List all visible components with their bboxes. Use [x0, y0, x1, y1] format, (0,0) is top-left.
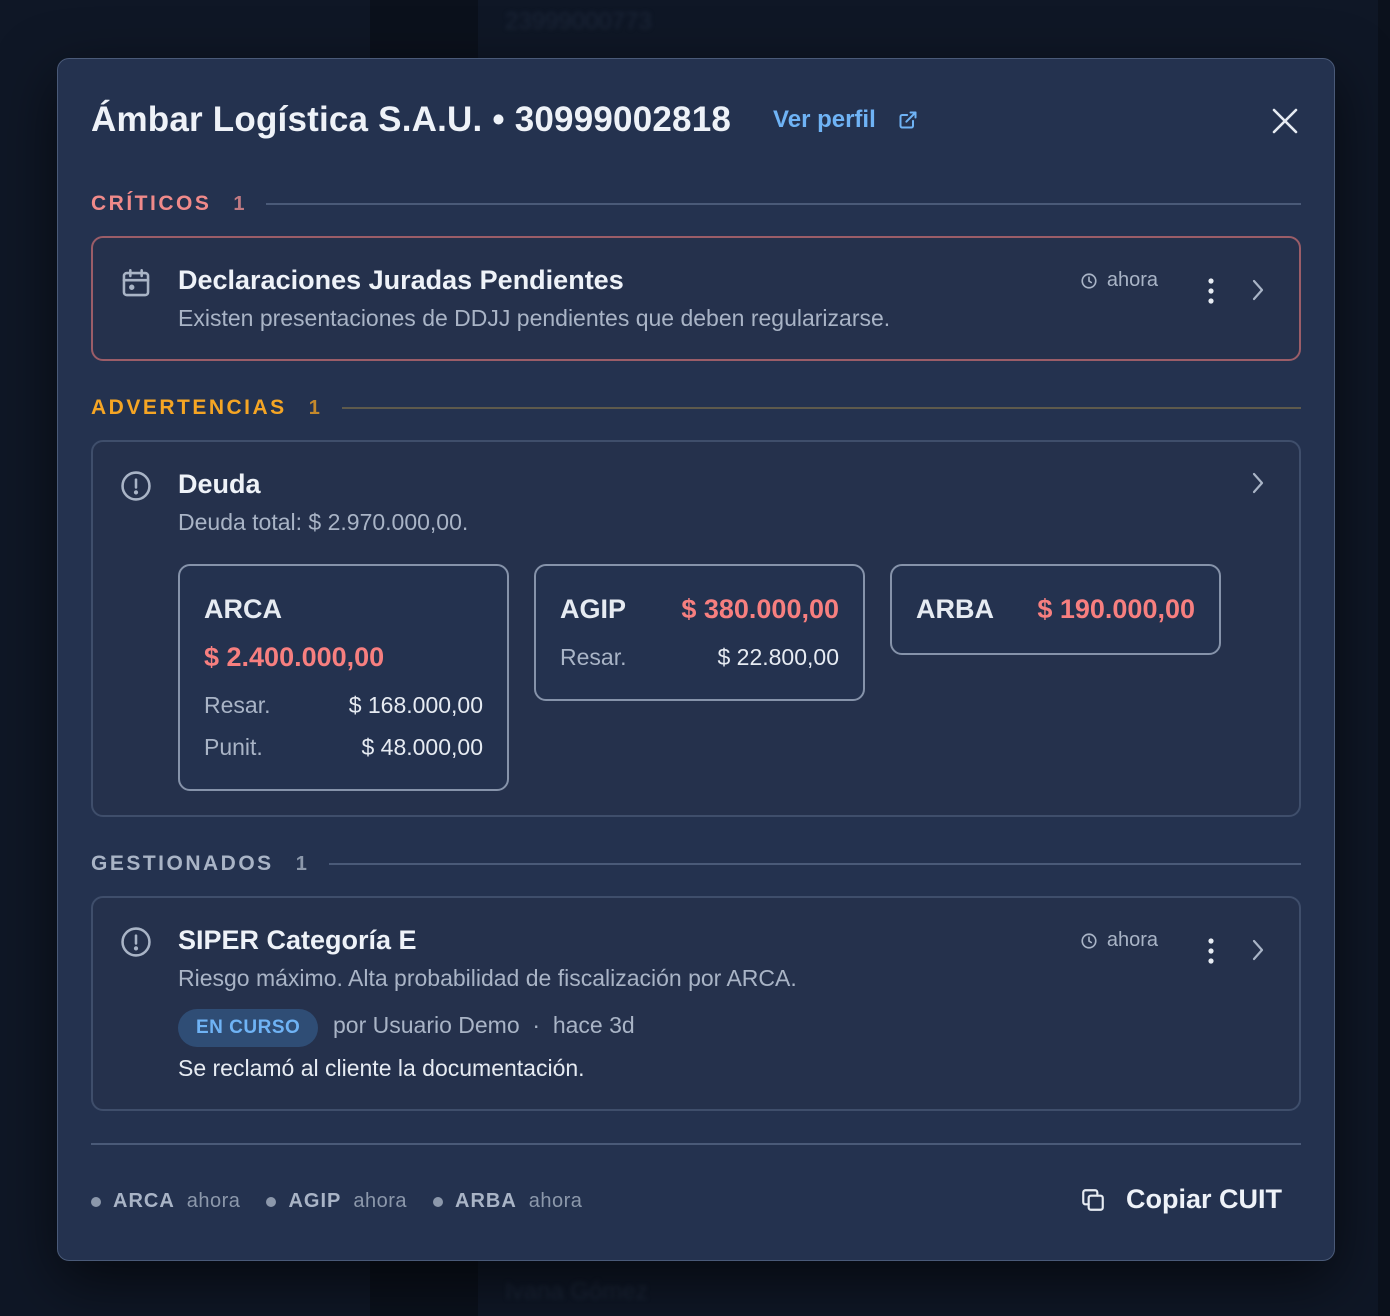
chevron-right-icon[interactable] [1247, 469, 1269, 497]
alert-circle-icon [121, 927, 151, 957]
source-time: ahora [528, 1190, 583, 1212]
clock-icon [1081, 932, 1097, 949]
debt-row-value: $ 48.000,00 [361, 734, 483, 760]
debt-amount: $ 190.000,00 [1037, 594, 1195, 624]
source-status-agip: AGIP ahora [266, 1190, 407, 1213]
section-gestionados-count: 1 [295, 852, 307, 875]
source-time: ahora [186, 1190, 241, 1212]
alert-time-label: ahora [1106, 269, 1158, 291]
background-faint-number: 23999000773 [505, 8, 652, 35]
calendar-icon [122, 268, 150, 297]
background-faint-name: Ivana Gómez [505, 1278, 648, 1305]
alert-meta: por Usuario Demo · hace 3d [333, 1012, 635, 1038]
alerts-modal: Ámbar Logística S.A.U. • 30999002818 Ver… [57, 58, 1335, 1261]
copy-cuit-button[interactable]: Copiar CUIT [1080, 1184, 1282, 1215]
status-badge: EN CURSO [178, 1009, 319, 1047]
debt-org-label: ARBA [916, 594, 994, 624]
source-name: ARCA [113, 1190, 175, 1212]
source-status-bar: ARCA ahora AGIP ahora ARBA ahora [91, 1190, 608, 1213]
alert-time-label: ahora [1106, 929, 1158, 951]
section-advertencias-label: ADVERTENCIAS [91, 396, 287, 419]
modal-header: Ámbar Logística S.A.U. • 30999002818 Ver… [91, 97, 1301, 143]
section-divider [328, 863, 1301, 865]
modal-title: Ámbar Logística S.A.U. • 30999002818 [91, 100, 732, 139]
alert-card-ddjj[interactable]: Declaraciones Juradas Pendientes Existen… [91, 236, 1301, 361]
status-dot [266, 1196, 277, 1207]
debt-breakdown-agip: AGIP $ 380.000,00 Resar. $ 22.800,00 [534, 564, 865, 701]
debt-amount: $ 380.000,00 [681, 594, 839, 624]
debt-row-label: Resar. [204, 692, 271, 718]
alert-circle-icon [121, 471, 151, 501]
more-vertical-icon[interactable] [1201, 276, 1221, 306]
alert-description: Riesgo máximo. Alta probabilidad de fisc… [178, 965, 797, 991]
status-dot [433, 1196, 443, 1207]
alert-description: Existen presentaciones de DDJJ pendiente… [178, 305, 891, 331]
view-profile-label: Ver perfil [773, 106, 876, 133]
section-gestionados-label: GESTIONADOS [91, 852, 274, 875]
more-vertical-icon[interactable] [1201, 936, 1221, 966]
section-advertencias-header: ADVERTENCIAS 1 [91, 393, 1301, 423]
alert-card-deuda[interactable]: Deuda Deuda total: $ 2.970.000,00. ARCA … [91, 440, 1301, 817]
alert-title: Deuda [178, 469, 261, 499]
source-status-arba: ARBA ahora [433, 1190, 582, 1213]
close-icon[interactable] [1269, 105, 1301, 137]
alert-title: SIPER Categoría E [178, 925, 417, 955]
section-divider [341, 407, 1301, 409]
debt-row-label: Resar. [560, 644, 627, 670]
source-time: ahora [353, 1190, 407, 1212]
debt-breakdown-arba: ARBA $ 190.000,00 [890, 564, 1221, 655]
debt-amount: $ 2.400.000,00 [204, 642, 385, 672]
section-criticos-label: CRÍTICOS [91, 192, 212, 215]
chevron-right-icon[interactable] [1247, 936, 1269, 964]
debt-org-label: ARCA [204, 594, 282, 624]
alert-description: Deuda total: $ 2.970.000,00. [178, 509, 469, 535]
debt-breakdown-arca: ARCA $ 2.400.000,00 Resar. $ 168.000,00 … [178, 564, 509, 791]
chevron-right-icon[interactable] [1247, 276, 1269, 304]
debt-org-label: AGIP [560, 594, 627, 624]
footer-divider [91, 1143, 1301, 1145]
view-profile-link[interactable]: Ver perfil [773, 106, 918, 134]
copy-icon [1082, 1188, 1104, 1211]
section-criticos-header: CRÍTICOS 1 [91, 189, 1301, 219]
external-link-icon [899, 111, 917, 129]
alert-title: Declaraciones Juradas Pendientes [178, 265, 624, 295]
source-name: AGIP [288, 1190, 342, 1212]
section-criticos-count: 1 [233, 192, 245, 215]
alert-timestamp: ahora [1080, 269, 1158, 292]
section-divider [266, 203, 1301, 205]
alert-timestamp: ahora [1080, 929, 1158, 952]
clock-icon [1081, 272, 1097, 289]
source-status-arca: ARCA ahora [91, 1190, 240, 1213]
alert-card-siper[interactable]: SIPER Categoría E Riesgo máximo. Alta pr… [91, 896, 1301, 1111]
section-advertencias-count: 1 [308, 396, 320, 419]
debt-row-value: $ 22.800,00 [717, 644, 839, 670]
alert-note: Se reclamó al cliente la documentación. [178, 1055, 585, 1081]
section-gestionados-header: GESTIONADOS 1 [91, 849, 1301, 879]
debt-row-value: $ 168.000,00 [348, 692, 483, 718]
debt-row-label: Punit. [204, 734, 263, 760]
status-dot [91, 1196, 101, 1207]
source-name: ARBA [455, 1190, 517, 1212]
copy-cuit-label: Copiar CUIT [1125, 1184, 1282, 1214]
